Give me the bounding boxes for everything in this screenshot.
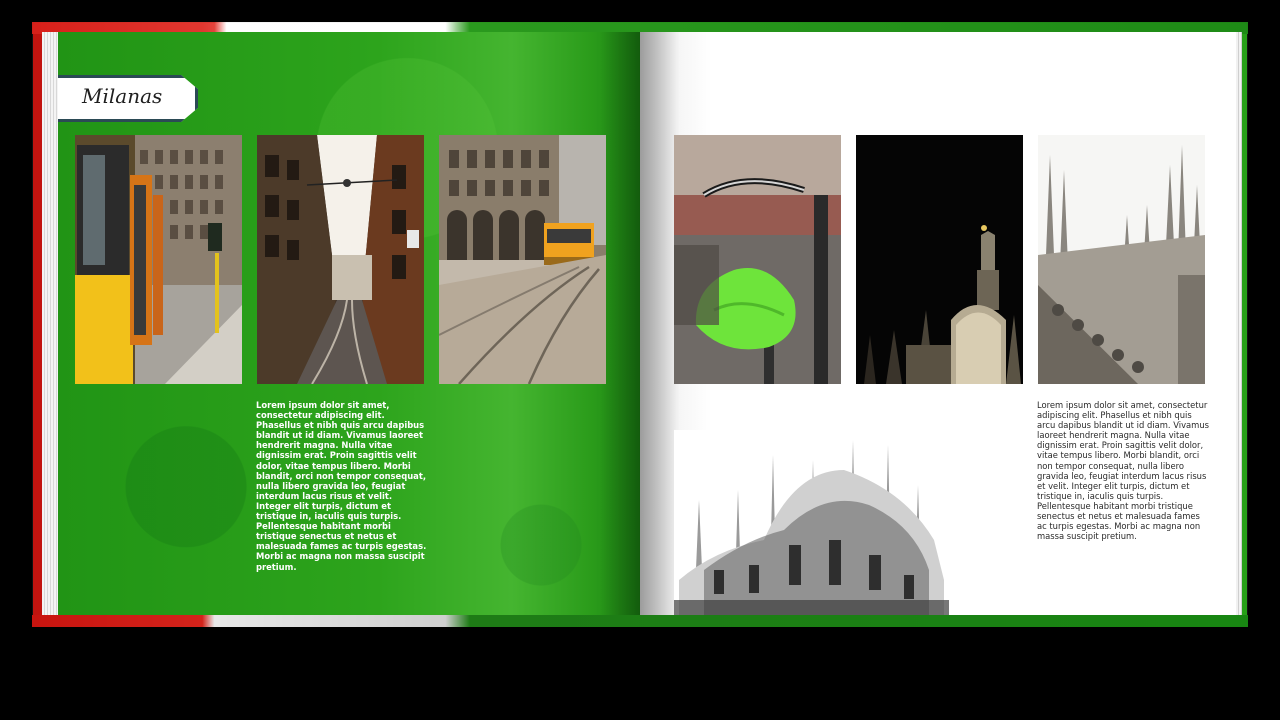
photo-narrow-street[interactable] [257, 135, 424, 384]
left-page-caption[interactable]: Lorem ipsum dolor sit amet, consectetur … [256, 400, 428, 572]
photo-tram-street[interactable] [75, 135, 242, 384]
photo-cathedral-night[interactable] [856, 135, 1023, 384]
right-page-caption[interactable]: Lorem ipsum dolor sit amet, consectetur … [1037, 400, 1209, 541]
pages-edge-right [1236, 32, 1242, 615]
photo-orange-tram[interactable] [439, 135, 606, 384]
photo-cathedral-spires[interactable] [1038, 135, 1205, 384]
pages-edge-left [42, 32, 58, 615]
photo-bicycle-green-seat[interactable] [674, 135, 841, 384]
cover-bottom-strip [32, 615, 1248, 627]
album-title[interactable]: Milanas [82, 84, 162, 108]
photo-duomo-sketch[interactable] [674, 430, 949, 615]
